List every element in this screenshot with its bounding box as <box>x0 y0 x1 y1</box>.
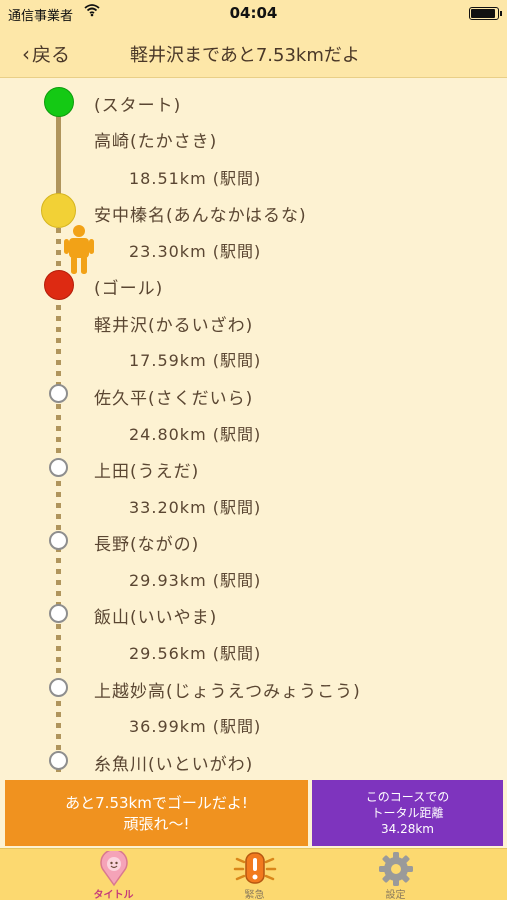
station-name: 軽井沢(かるいざわ) <box>94 316 254 336</box>
total-distance-panel: このコースでの トータル距離 34.28km <box>312 780 503 846</box>
segment-distance: 24.80km (駅間) <box>129 425 262 444</box>
station-name: 上越妙高(じょうえつみょうこう) <box>94 682 361 702</box>
segment-distance: 29.56km (駅間) <box>129 644 262 663</box>
station-name: 安中榛名(あんなかはるな) <box>94 206 307 226</box>
station-name: 糸魚川(いといがわ) <box>94 755 254 775</box>
battery-icon <box>469 7 502 20</box>
station-name: 長野(ながの) <box>94 535 200 555</box>
route-list[interactable]: (スタート) 高崎(たかさき) 18.51km (駅間) 安中榛名(あんなかはる… <box>0 78 507 778</box>
segment-distance: 33.20km (駅間) <box>129 498 262 517</box>
total-distance-value: 34.28km <box>381 822 434 836</box>
tab-bar: タイトル 緊急 設定 <box>0 848 507 900</box>
walking-person-icon <box>64 225 94 274</box>
station-name: 高崎(たかさき) <box>94 132 218 152</box>
current-station-dot <box>41 193 76 228</box>
segment-distance: 17.59km (駅間) <box>129 351 262 370</box>
station-dot <box>49 531 68 550</box>
station-dot <box>49 384 68 403</box>
gear-icon <box>379 852 413 886</box>
back-label: 戻る <box>32 44 71 66</box>
cheer-button[interactable]: あと7.53kmでゴールだよ! 頑張れ〜! <box>5 780 308 846</box>
station-name: 上田(うえだ) <box>94 462 200 482</box>
back-button[interactable]: ‹ 戻る <box>22 40 70 67</box>
segment-distance: 29.93km (駅間) <box>129 571 262 590</box>
status-bar: 通信事業者 04:04 <box>0 0 507 26</box>
tab-settings[interactable]: 設定 <box>311 849 480 900</box>
clock: 04:04 <box>229 4 278 22</box>
total-line-1: このコースでの <box>365 790 450 804</box>
station-name: 飯山(いいやま) <box>94 608 218 628</box>
goal-label: (ゴール) <box>94 279 164 299</box>
summary-bar: あと7.53kmでゴールだよ! 頑張れ〜! このコースでの トータル距離 34.… <box>0 778 507 848</box>
cheer-line-1: あと7.53kmでゴールだよ! <box>65 794 248 812</box>
chevron-left-icon: ‹ <box>22 41 30 66</box>
station-dot <box>49 751 68 770</box>
station-name: 佐久平(さくだいら) <box>94 389 254 409</box>
station-dot <box>49 458 68 477</box>
station-dot <box>49 604 68 623</box>
start-dot <box>44 87 74 117</box>
segment-distance: 23.30km (駅間) <box>129 242 262 261</box>
start-label: (スタート) <box>94 96 182 116</box>
segment-distance: 18.51km (駅間) <box>129 169 262 188</box>
station-dot <box>49 678 68 697</box>
navigation-bar: ‹ 戻る 軽井沢まであと7.53kmだよ <box>0 26 507 78</box>
cheer-line-2: 頑張れ〜! <box>123 815 190 833</box>
map-pin-icon <box>100 851 128 887</box>
segment-distance: 36.99km (駅間) <box>129 717 262 736</box>
total-line-2: トータル距離 <box>371 806 444 820</box>
goal-dot <box>44 270 74 300</box>
tab-label: 設定 <box>385 890 406 900</box>
page-title: 軽井沢まであと7.53kmだよ <box>130 45 360 66</box>
alert-icon <box>233 852 277 884</box>
